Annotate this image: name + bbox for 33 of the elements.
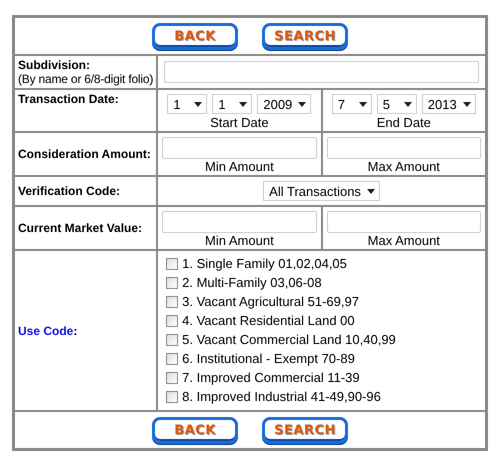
amount-caption: Max Amount: [366, 159, 441, 174]
amount-caption: Min Amount: [204, 233, 275, 248]
option-label: 1. Single Family 01,02,04,05: [182, 256, 347, 272]
date-select[interactable]: 2009: [257, 94, 312, 114]
field-label: Subdivision:: [18, 58, 91, 72]
image-button[interactable]: BACK: [152, 23, 238, 50]
date-select[interactable]: 2013: [422, 94, 476, 114]
verification-select[interactable]: All Transactions: [263, 181, 380, 201]
field-hint: (By name or 6/8-digit folio): [18, 72, 154, 86]
amount-caption: Max Amount: [366, 233, 441, 248]
option-label: 5. Vacant Commercial Land 10,40,99: [182, 332, 396, 348]
image-button[interactable]: SEARCH: [262, 417, 348, 444]
date-select[interactable]: 1: [212, 94, 252, 114]
date-select[interactable]: 1: [167, 94, 208, 114]
amount-caption: Min Amount: [204, 159, 275, 174]
option-label: 7. Improved Commercial 11-39: [182, 370, 360, 386]
field-label: Verification Code:: [18, 184, 122, 198]
option-label: 2. Multi-Family 03,06-08: [182, 275, 322, 291]
option-label: 3. Vacant Agricultural 51-69,97: [182, 294, 359, 310]
date-select[interactable]: 5: [376, 94, 417, 114]
option-label: 4. Vacant Residential Land 00: [182, 313, 355, 329]
date-select[interactable]: 7: [332, 94, 372, 114]
field-label: Consideration Amount:: [18, 147, 152, 161]
image-button[interactable]: BACK: [152, 417, 238, 444]
date-caption: Start Date: [209, 115, 270, 130]
option-label: 6. Institutional - Exempt 70-89: [182, 351, 355, 367]
use-code-link[interactable]: Use Code: [18, 324, 74, 338]
image-button[interactable]: SEARCH: [262, 23, 348, 50]
option-label: 8. Improved Industrial 41-49,90-96: [182, 389, 381, 405]
date-caption: End Date: [376, 115, 432, 130]
field-label: Current Market Value:: [18, 221, 144, 235]
field-label: Transaction Date:: [18, 92, 120, 106]
label-colon: :: [73, 324, 78, 338]
